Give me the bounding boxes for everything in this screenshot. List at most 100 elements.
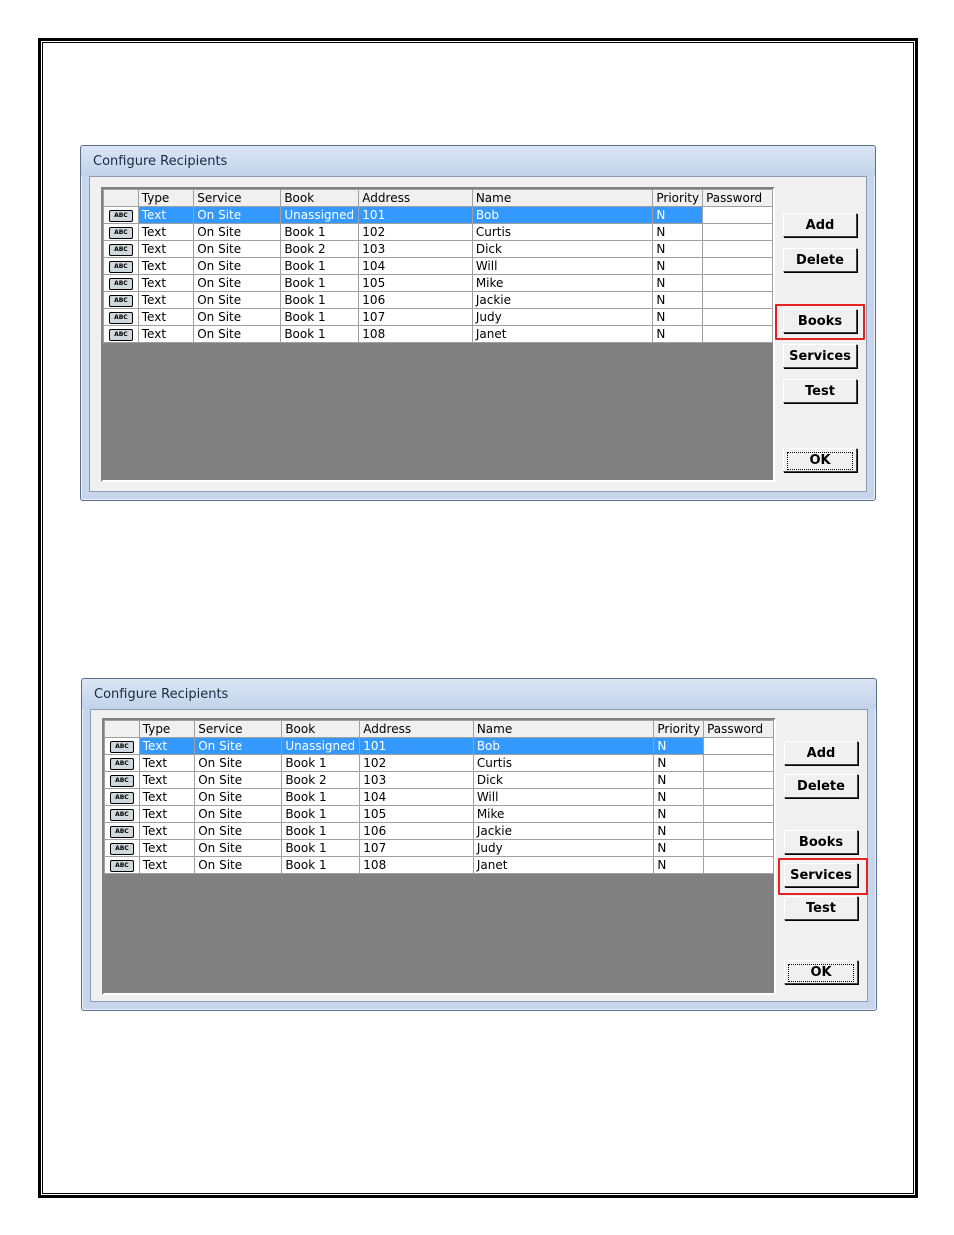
cell-book: Book 1 [281,822,361,840]
column-header-service[interactable]: Service [194,720,283,738]
column-header-name[interactable]: Name [472,720,655,738]
table-row[interactable]: ABC Text On Site Book 1 107 Judy N [103,308,773,326]
cell-name: Mike [471,274,654,292]
cell-priority: N [653,856,705,874]
cell-priority: N [652,240,704,258]
table-row[interactable]: ABC Text On Site Unassigned 101 Bob N [104,737,774,755]
text-message-icon: ABC [108,243,133,256]
cell-book: Unassigned [280,206,360,224]
cell-book: Book 1 [281,856,361,874]
cell-name: Jackie [472,822,655,840]
column-header-book[interactable]: Book [280,189,360,207]
test-button[interactable]: Test [783,379,857,403]
cell-name: Janet [472,856,655,874]
table-row[interactable]: ABC Text On Site Book 1 102 Curtis N [103,223,773,241]
cell-service: On Site [194,754,283,772]
cell-priority: N [652,291,704,309]
cell-type: Text [138,771,196,789]
column-header-service[interactable]: Service [193,189,282,207]
row-icon-cell: ABC [104,822,140,840]
ok-button[interactable]: OK [784,960,858,984]
table-row[interactable]: ABC Text On Site Unassigned 101 Bob N [103,206,773,224]
test-button[interactable]: Test [784,896,858,920]
cell-type: Text [138,788,196,806]
cell-type: Text [138,737,196,755]
add-button[interactable]: Add [784,741,858,765]
cell-service: On Site [193,291,282,309]
books-button[interactable]: Books [784,830,858,854]
table-row[interactable]: ABC Text On Site Book 1 102 Curtis N [104,754,774,772]
ok-button[interactable]: OK [783,448,857,472]
recipients-grid[interactable]: Type Service Book Address Name Priority … [101,187,775,482]
column-header-type[interactable]: Type [138,720,196,738]
cell-type: Text [137,206,195,224]
delete-button[interactable]: Delete [783,248,857,272]
cell-book: Book 1 [281,788,361,806]
column-header-address[interactable]: Address [359,720,474,738]
column-header-book[interactable]: Book [281,720,361,738]
cell-service: On Site [193,223,282,241]
cell-type: Text [138,856,196,874]
table-row[interactable]: ABC Text On Site Book 1 106 Jackie N [104,822,774,840]
text-message-icon: ABC [108,226,133,239]
dialog-title: Configure Recipients [93,154,228,169]
column-header-address[interactable]: Address [358,189,473,207]
configure-recipients-dialog-1: Configure Recipients Type Service Book A… [80,145,876,501]
cell-book: Book 2 [281,771,361,789]
column-header-priority[interactable]: Priority [652,189,704,207]
cell-name: Mike [472,805,655,823]
cell-book: Book 1 [281,839,361,857]
cell-address: 105 [358,274,473,292]
table-row[interactable]: ABC Text On Site Book 1 106 Jackie N [103,291,773,309]
column-header-type[interactable]: Type [137,189,195,207]
cell-priority: N [653,737,705,755]
cell-name: Judy [472,839,655,857]
table-row[interactable]: ABC Text On Site Book 1 105 Mike N [103,274,773,292]
table-row[interactable]: ABC Text On Site Book 2 103 Dick N [104,771,774,789]
cell-password [702,206,773,224]
title-bar: Configure Recipients [82,679,876,709]
recipients-grid[interactable]: Type Service Book Address Name Priority … [102,718,776,995]
services-button[interactable]: Services [783,344,857,368]
column-header-password[interactable]: Password [702,189,773,207]
cell-name: Dick [472,771,655,789]
cell-service: On Site [193,206,282,224]
text-message-icon: ABC [108,260,133,273]
column-header-priority[interactable]: Priority [653,720,705,738]
column-header-name[interactable]: Name [471,189,654,207]
table-row[interactable]: ABC Text On Site Book 1 104 Will N [103,257,773,275]
table-row[interactable]: ABC Text On Site Book 1 108 Janet N [103,325,773,343]
text-message-icon: ABC [109,774,134,787]
text-message-icon: ABC [109,825,134,838]
text-message-icon: ABC [108,209,133,222]
services-button[interactable]: Services [784,863,858,887]
cell-priority: N [652,274,704,292]
cell-type: Text [137,291,195,309]
table-row[interactable]: ABC Text On Site Book 2 103 Dick N [103,240,773,258]
cell-address: 101 [358,206,473,224]
cell-priority: N [653,754,705,772]
row-icon-cell: ABC [104,805,140,823]
cell-type: Text [137,223,195,241]
cell-name: Curtis [471,223,654,241]
cell-password [703,754,774,772]
cell-address: 103 [359,771,474,789]
table-row[interactable]: ABC Text On Site Book 1 108 Janet N [104,856,774,874]
add-button[interactable]: Add [783,213,857,237]
column-header-password[interactable]: Password [703,720,774,738]
cell-password [702,240,773,258]
text-message-icon: ABC [109,757,134,770]
cell-service: On Site [194,856,283,874]
recipients-table: Type Service Book Address Name Priority … [104,720,774,874]
row-icon-cell: ABC [104,771,140,789]
books-button[interactable]: Books [783,309,857,333]
cell-address: 103 [358,240,473,258]
table-row[interactable]: ABC Text On Site Book 1 104 Will N [104,788,774,806]
delete-button[interactable]: Delete [784,774,858,798]
cell-type: Text [137,274,195,292]
cell-address: 102 [359,754,474,772]
table-row[interactable]: ABC Text On Site Book 1 105 Mike N [104,805,774,823]
cell-service: On Site [194,788,283,806]
cell-name: Bob [472,737,655,755]
table-row[interactable]: ABC Text On Site Book 1 107 Judy N [104,839,774,857]
